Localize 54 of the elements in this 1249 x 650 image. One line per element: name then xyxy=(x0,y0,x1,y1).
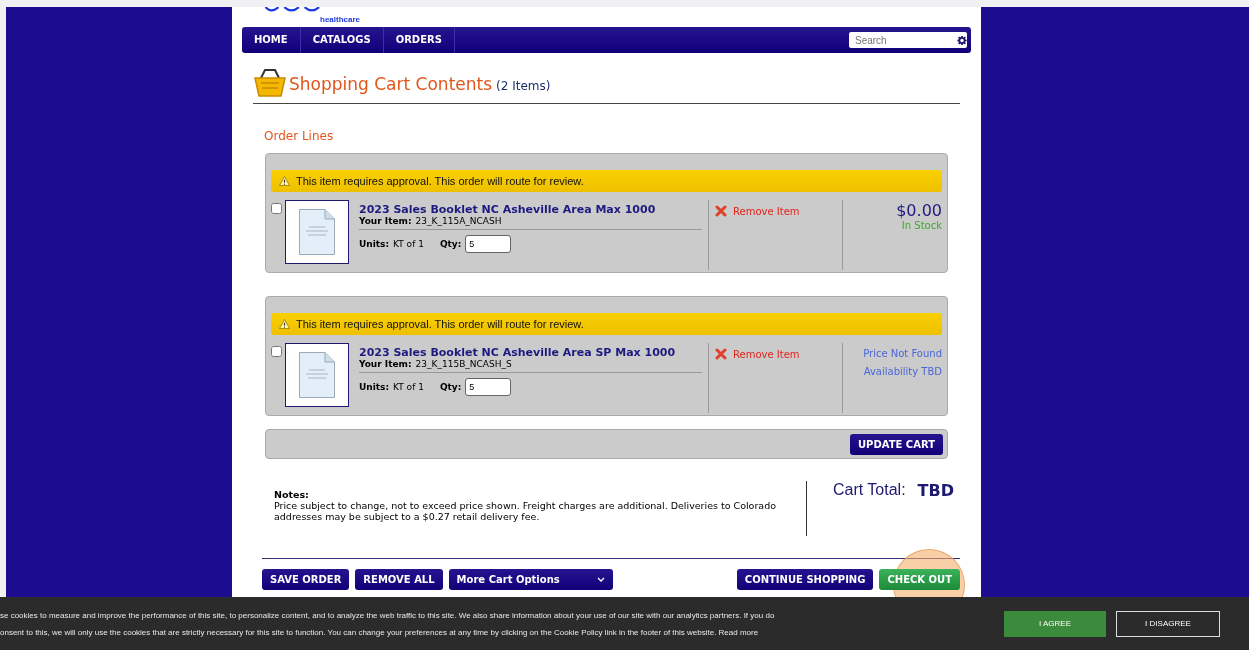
logo-icon xyxy=(264,7,322,13)
notes-text: Price subject to change, not to exceed price shown. Freight charges are additional. Deliveries to Colorado addresses may be subject to a $0.27 retail delivery fee. xyxy=(274,500,777,522)
product-name[interactable]: 2023 Sales Booklet NC Asheville Area Max 1000 xyxy=(359,203,702,216)
remove-icon[interactable] xyxy=(715,348,727,360)
price: $0.00 xyxy=(895,201,942,220)
cart-total-value: TBD xyxy=(917,481,954,500)
field-label: Qty: xyxy=(439,239,462,249)
item-code: 23_K_115A_NCASH xyxy=(415,216,502,226)
document-icon xyxy=(299,352,335,398)
action-button[interactable]: SAVE ORDER xyxy=(262,569,350,590)
units-value: KT of 1 xyxy=(393,239,424,249)
stock-status: In Stock xyxy=(900,220,942,231)
availability-note: Availability TBD xyxy=(862,366,942,377)
disagree-button[interactable]: I DISAGREE xyxy=(1116,610,1220,637)
search-input[interactable]: Search xyxy=(849,34,957,46)
nav-link[interactable]: CATALOGS xyxy=(300,27,384,53)
search-field[interactable]: Search xyxy=(849,32,967,48)
remove-icon[interactable] xyxy=(715,205,727,217)
alert-text: This item requires approval. This order will route for review. xyxy=(296,318,584,330)
caret-icon[interactable] xyxy=(596,577,605,582)
notes-label: Notes: xyxy=(274,489,310,500)
field-label: Qty: xyxy=(439,382,462,392)
section-heading: Order Lines xyxy=(264,129,335,143)
quantity-field[interactable]: 5 xyxy=(465,235,512,253)
item-count: (2 Items) xyxy=(496,79,551,93)
field-label: Units: xyxy=(359,239,390,249)
nav-link[interactable]: HOME xyxy=(242,27,301,53)
item-checkbox[interactable] xyxy=(271,346,282,357)
field-label: Your Item: xyxy=(359,359,412,369)
field-label: Your Item: xyxy=(359,216,412,226)
alert-text: This item requires approval. This order will route for review. xyxy=(296,175,584,187)
field-label: Units: xyxy=(359,382,390,392)
cart-total-label: Cart Total: xyxy=(833,481,906,499)
item-checkbox[interactable] xyxy=(271,203,282,214)
units-value: KT of 1 xyxy=(393,382,424,392)
page-title: Shopping Cart Contents xyxy=(289,74,493,94)
basket-icon xyxy=(253,68,287,98)
item-code: 23_K_115B_NCASH_S xyxy=(415,359,512,369)
warning-icon xyxy=(279,319,290,329)
nav-link[interactable]: ORDERS xyxy=(383,27,455,53)
action-button[interactable]: REMOVE ALL xyxy=(355,569,443,590)
logo-subtitle: healthcare xyxy=(320,15,361,24)
options-dropdown[interactable]: More Cart Options xyxy=(448,569,613,590)
cookie-text: onsent to this, we will only use the cookies that are strictly necessary for this site to function. You can change your preferences at any time by clicking on the Cookie Policy link in the footer of this website. Read more xyxy=(0,626,760,639)
price-note: Price Not Found xyxy=(862,348,942,359)
product-name[interactable]: 2023 Sales Booklet NC Asheville Area SP Max 1000 xyxy=(359,346,702,359)
agree-button[interactable]: I AGREE xyxy=(1004,610,1106,637)
warning-icon xyxy=(279,176,290,186)
settings-icon[interactable] xyxy=(957,34,967,46)
action-button[interactable]: CONTINUE SHOPPING xyxy=(736,569,874,590)
cookie-text: se cookies to measure and improve the performance of this site, to personalize content, and to analyze the web traffic to this site. We also share information about your use of our site with our analytics partners. If you do xyxy=(0,609,776,622)
document-icon xyxy=(299,209,335,255)
update-cart-button[interactable]: UPDATE CART xyxy=(850,433,943,455)
quantity-field[interactable]: 5 xyxy=(465,378,512,396)
